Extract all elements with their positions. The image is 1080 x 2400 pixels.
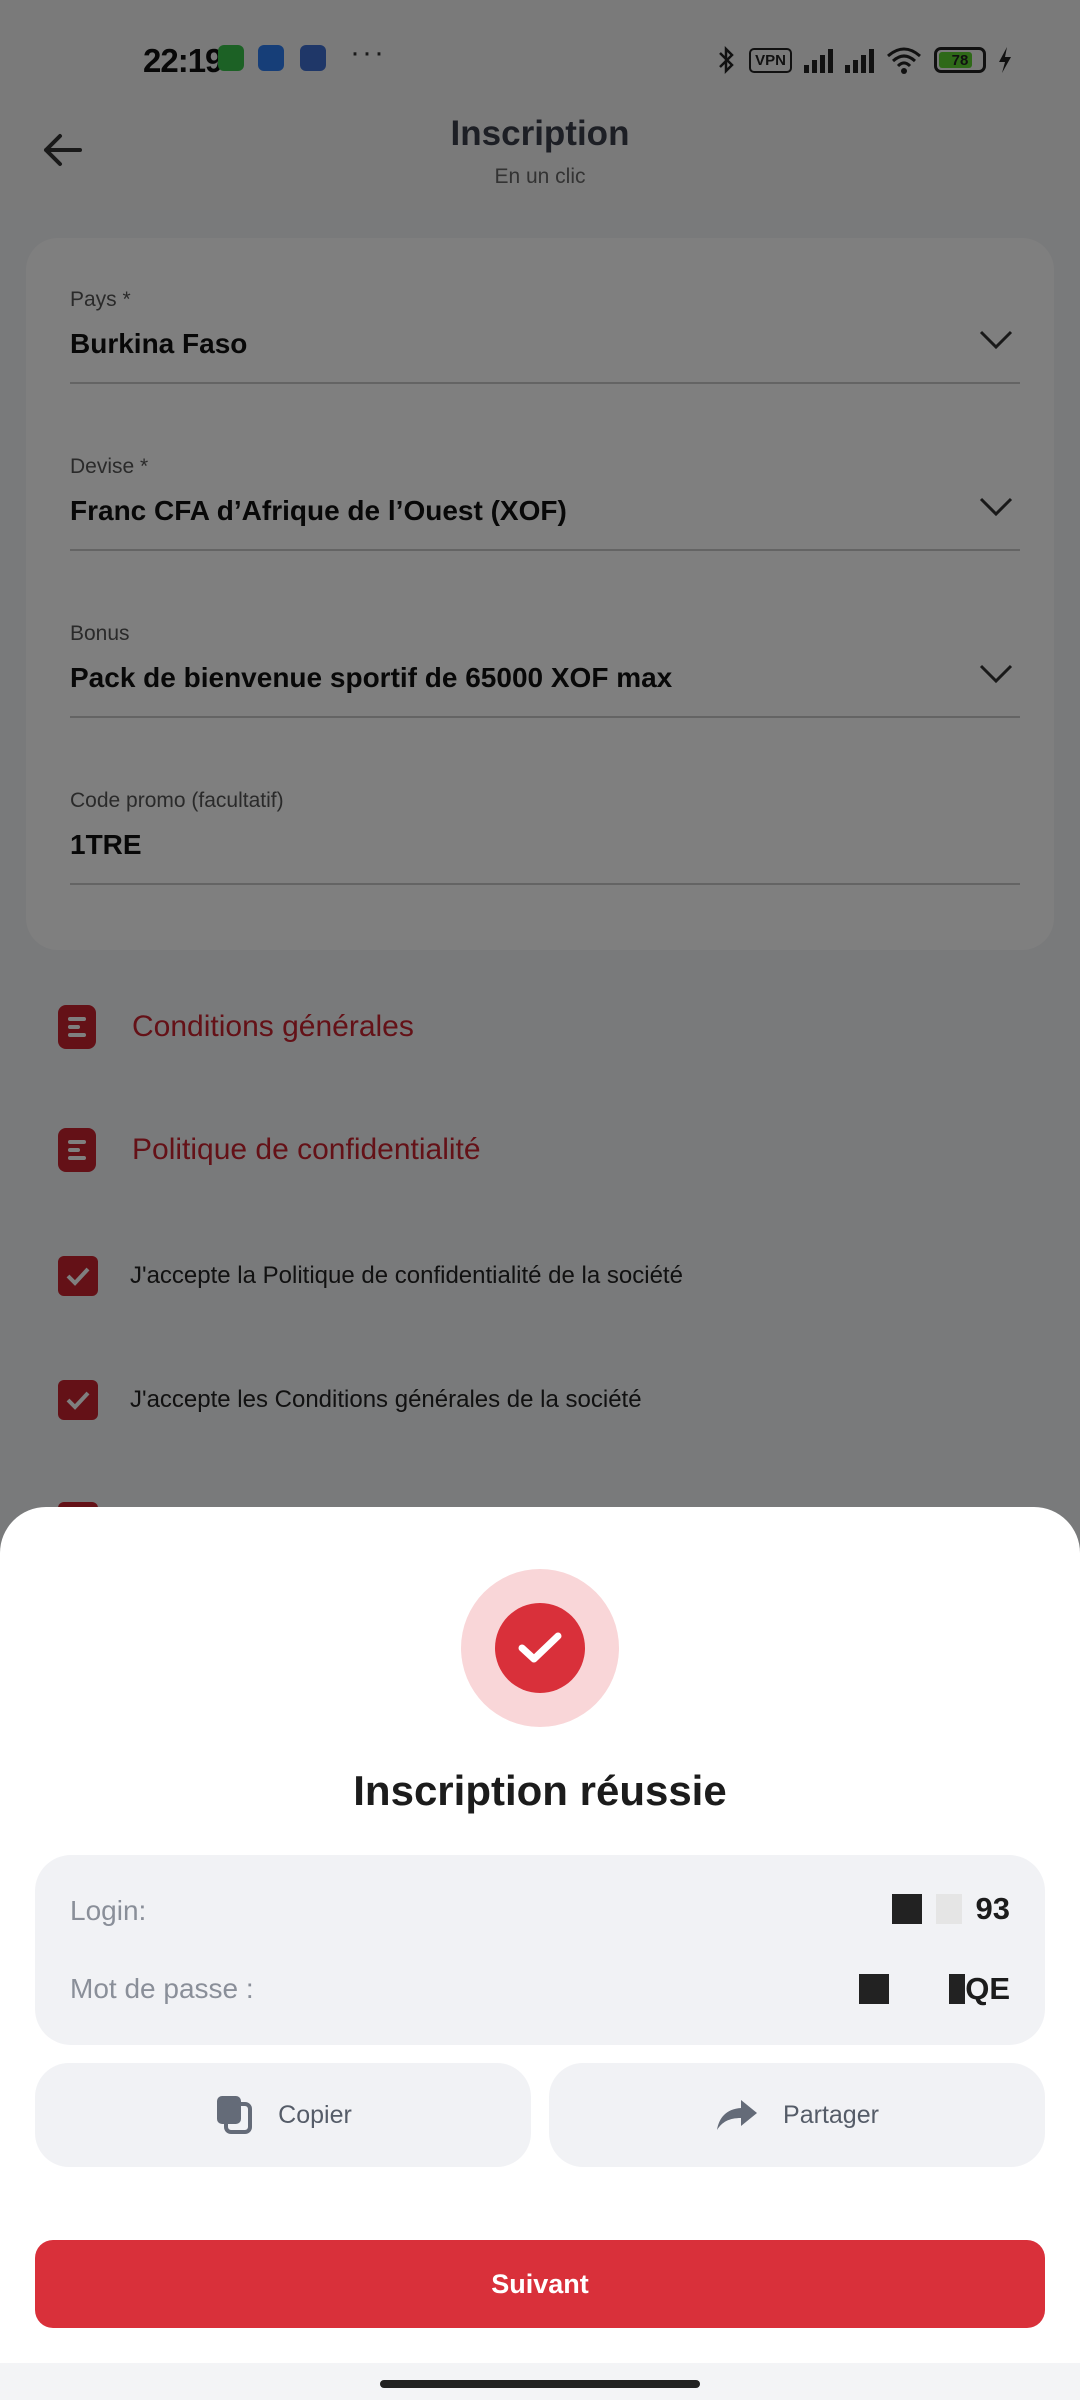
success-badge (461, 1569, 619, 1727)
password-value: QE (859, 1971, 1010, 2007)
home-indicator[interactable] (380, 2380, 700, 2388)
copy-button-label: Copier (278, 2100, 352, 2129)
copy-icon (217, 2096, 253, 2134)
share-arrow-icon (717, 2100, 758, 2130)
credentials-box: Login: 93 Mot de passe : QE (35, 1855, 1045, 2045)
redaction-mask (859, 1974, 890, 2004)
share-button-label: Partager (783, 2100, 879, 2129)
success-title: Inscription réussie (353, 1767, 727, 1814)
login-value: 93 (891, 1891, 1010, 1927)
password-label: Mot de passe : (70, 1973, 254, 2004)
success-bottom-sheet: Inscription réussie Login: 93 Mot de pas… (0, 1507, 1080, 2400)
redaction-mask (935, 1894, 962, 1924)
share-button[interactable]: Partager (549, 2063, 1045, 2167)
copy-button[interactable]: Copier (35, 2063, 531, 2167)
next-button[interactable]: Suivant (35, 2240, 1045, 2328)
check-circle-icon (495, 1603, 585, 1693)
redaction-mask (891, 1894, 922, 1924)
login-label: Login: (70, 1895, 147, 1926)
redaction-mask (949, 1974, 966, 2004)
next-button-label: Suivant (491, 2268, 589, 2299)
